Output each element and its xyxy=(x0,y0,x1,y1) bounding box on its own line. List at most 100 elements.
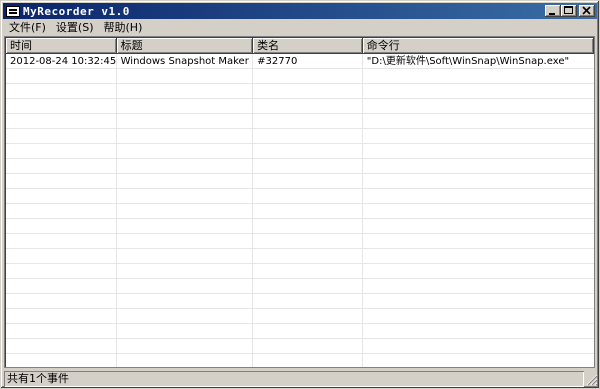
empty-cell xyxy=(117,159,254,174)
close-button[interactable] xyxy=(579,5,595,17)
empty-cell xyxy=(6,114,117,129)
empty-cell xyxy=(117,264,254,279)
empty-cell xyxy=(117,309,254,324)
empty-cell xyxy=(253,324,363,339)
empty-cell xyxy=(253,234,363,249)
empty-cell xyxy=(253,249,363,264)
empty-cell xyxy=(363,204,594,219)
column-header-class[interactable]: 类名 xyxy=(253,38,363,54)
close-icon xyxy=(582,6,591,15)
empty-cell xyxy=(253,129,363,144)
empty-cell xyxy=(363,294,594,309)
empty-cell xyxy=(6,69,117,84)
empty-row xyxy=(6,129,594,144)
empty-cell xyxy=(253,159,363,174)
empty-cell xyxy=(363,234,594,249)
empty-row xyxy=(6,219,594,234)
empty-cell xyxy=(6,129,117,144)
empty-cell xyxy=(117,294,254,309)
empty-cell xyxy=(6,159,117,174)
empty-row xyxy=(6,204,594,219)
empty-cell xyxy=(117,144,254,159)
empty-cell xyxy=(363,249,594,264)
empty-cell xyxy=(6,234,117,249)
empty-cell xyxy=(253,174,363,189)
menu-file[interactable]: 文件(F) xyxy=(4,21,51,35)
empty-cell xyxy=(117,219,254,234)
empty-cell xyxy=(363,114,594,129)
menu-bar: 文件(F) 设置(S) 帮助(H) xyxy=(4,20,147,36)
empty-cell xyxy=(253,354,363,367)
empty-cell xyxy=(117,339,254,354)
empty-cell xyxy=(253,309,363,324)
empty-cell xyxy=(253,144,363,159)
empty-cell xyxy=(117,99,254,114)
title-bar[interactable]: MyRecorder v1.0 xyxy=(3,3,597,19)
empty-cell xyxy=(6,174,117,189)
empty-cell xyxy=(6,324,117,339)
empty-row xyxy=(6,114,594,129)
empty-cell xyxy=(117,189,254,204)
empty-cell xyxy=(253,204,363,219)
column-header-command[interactable]: 命令行 xyxy=(362,38,594,54)
window-controls xyxy=(545,5,595,17)
empty-row xyxy=(6,264,594,279)
empty-cell xyxy=(117,69,254,84)
empty-cell xyxy=(117,324,254,339)
empty-cell xyxy=(6,279,117,294)
minimize-button[interactable] xyxy=(545,5,561,17)
menu-help[interactable]: 帮助(H) xyxy=(99,21,148,35)
empty-row xyxy=(6,69,594,84)
empty-cell xyxy=(117,129,254,144)
empty-cell xyxy=(6,219,117,234)
empty-cell xyxy=(6,84,117,99)
empty-row xyxy=(6,84,594,99)
empty-cell xyxy=(253,189,363,204)
empty-cell xyxy=(363,324,594,339)
empty-row xyxy=(6,174,594,189)
empty-cell xyxy=(6,354,117,367)
table-row[interactable]: 2012-08-24 10:32:45 Windows Snapshot Mak… xyxy=(6,54,594,69)
menu-settings[interactable]: 设置(S) xyxy=(51,21,99,35)
list-header: 时间 标题 类名 命令行 xyxy=(6,38,594,54)
empty-cell xyxy=(363,189,594,204)
empty-cell xyxy=(253,99,363,114)
empty-row xyxy=(6,324,594,339)
empty-cell xyxy=(6,294,117,309)
empty-cell xyxy=(6,144,117,159)
minimize-icon xyxy=(549,13,555,15)
empty-row xyxy=(6,99,594,114)
empty-row xyxy=(6,309,594,324)
cell-class: #32770 xyxy=(253,54,363,69)
empty-cell xyxy=(117,249,254,264)
app-icon[interactable] xyxy=(6,5,20,17)
empty-row xyxy=(6,249,594,264)
empty-cell xyxy=(363,219,594,234)
column-header-time[interactable]: 时间 xyxy=(6,38,117,54)
empty-cell xyxy=(253,114,363,129)
empty-row xyxy=(6,294,594,309)
empty-cell xyxy=(6,189,117,204)
empty-cell xyxy=(363,99,594,114)
maximize-button[interactable] xyxy=(561,5,577,17)
empty-cell xyxy=(117,234,254,249)
window-title: MyRecorder v1.0 xyxy=(23,4,130,18)
empty-cell xyxy=(363,159,594,174)
empty-cell xyxy=(363,144,594,159)
empty-cell xyxy=(363,264,594,279)
list-rows: 2012-08-24 10:32:45 Windows Snapshot Mak… xyxy=(6,54,594,367)
empty-cell xyxy=(6,204,117,219)
empty-cell xyxy=(117,279,254,294)
empty-cell xyxy=(253,84,363,99)
column-header-title[interactable]: 标题 xyxy=(116,38,254,54)
maximize-icon xyxy=(564,6,573,14)
empty-cell xyxy=(363,339,594,354)
empty-row xyxy=(6,159,594,174)
empty-cell xyxy=(6,339,117,354)
status-text: 共有1个事件 xyxy=(4,371,584,387)
empty-row xyxy=(6,339,594,354)
empty-cell xyxy=(253,219,363,234)
empty-cell xyxy=(363,84,594,99)
resize-grip-icon[interactable] xyxy=(584,372,598,386)
event-list[interactable]: 时间 标题 类名 命令行 2012-08-24 10:32:45 Windows… xyxy=(4,36,595,368)
